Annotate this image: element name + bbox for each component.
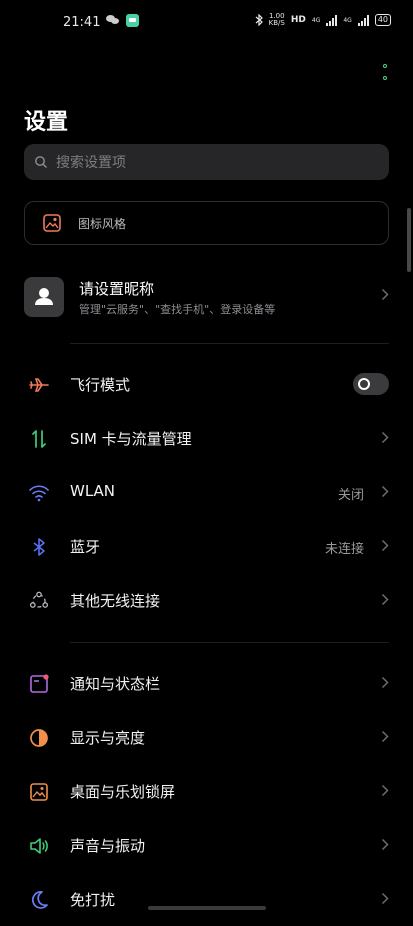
settings-item-label: 其他无线连接 bbox=[70, 592, 161, 610]
chevron-right-icon bbox=[381, 838, 389, 851]
profile-name: 请设置昵称 bbox=[79, 280, 155, 298]
wlan-status: 关闭 bbox=[337, 488, 364, 503]
chevron-right-icon bbox=[381, 539, 389, 552]
chevron-right-icon bbox=[381, 593, 389, 606]
settings-item-bluetooth[interactable]: 蓝牙 未连接 bbox=[24, 519, 389, 573]
hd-badge: HD bbox=[290, 15, 306, 25]
display-brightness-icon bbox=[30, 729, 48, 747]
chevron-right-icon bbox=[381, 676, 389, 689]
settings-item-label: 声音与振动 bbox=[70, 837, 146, 855]
search-input[interactable]: 搜索设置项 bbox=[24, 144, 389, 180]
chevron-right-icon bbox=[381, 485, 389, 498]
desktop-lockscreen-icon bbox=[30, 783, 48, 801]
bluetooth-status: 未连接 bbox=[324, 542, 364, 557]
settings-item-other-wireless[interactable]: 其他无线连接 bbox=[24, 573, 389, 627]
chevron-right-icon bbox=[381, 892, 389, 905]
toggle-knob bbox=[358, 378, 370, 390]
bluetooth-status-icon bbox=[255, 14, 263, 26]
status-right-icons: 1.00 KB/S HD 4G 4G 40 bbox=[255, 13, 391, 27]
airplane-mode-toggle[interactable] bbox=[353, 373, 389, 395]
divider bbox=[70, 343, 389, 344]
do-not-disturb-icon bbox=[31, 891, 48, 909]
user-icon bbox=[35, 288, 53, 305]
settings-item-label: 通知与状态栏 bbox=[70, 675, 161, 693]
divider bbox=[70, 642, 389, 643]
settings-item-sim-data[interactable]: SIM 卡与流量管理 bbox=[24, 411, 389, 465]
signal-2-label: 4G bbox=[343, 16, 352, 24]
chevron-right-icon bbox=[381, 288, 389, 301]
dot bbox=[383, 76, 387, 80]
battery-icon: 40 bbox=[374, 14, 391, 26]
message-app-icon bbox=[126, 14, 139, 27]
icon-style-icon bbox=[43, 214, 61, 232]
chevron-right-icon bbox=[381, 431, 389, 444]
sim-data-icon bbox=[32, 430, 46, 448]
airplane-icon bbox=[29, 378, 49, 392]
settings-item-label: 飞行模式 bbox=[70, 376, 131, 394]
signal-1-icon bbox=[326, 14, 338, 26]
wireless-connections-icon bbox=[29, 591, 49, 608]
chevron-right-icon bbox=[381, 784, 389, 797]
wifi-icon bbox=[29, 485, 49, 502]
notification-icon bbox=[30, 674, 49, 693]
signal-2-icon bbox=[357, 14, 369, 26]
speed-unit: KB/S bbox=[268, 19, 285, 27]
settings-item-label: 免打扰 bbox=[70, 891, 116, 909]
settings-item-display[interactable]: 显示与亮度 bbox=[24, 710, 389, 764]
settings-item-label: 蓝牙 bbox=[70, 538, 101, 556]
settings-item-label: 显示与亮度 bbox=[70, 729, 146, 747]
search-placeholder: 搜索设置项 bbox=[56, 155, 126, 171]
signal-1-label: 4G bbox=[311, 16, 321, 24]
profile-subtitle: 管理"云服务"、"查找手机"、登录设备等 bbox=[79, 303, 276, 316]
account-profile[interactable]: 请设置昵称 管理"云服务"、"查找手机"、登录设备等 bbox=[24, 273, 389, 321]
settings-item-label: 桌面与乐划锁屏 bbox=[70, 783, 176, 801]
settings-item-sound-vibration[interactable]: 声音与振动 bbox=[24, 818, 389, 872]
settings-item-label: SIM 卡与流量管理 bbox=[70, 430, 192, 448]
search-icon bbox=[35, 156, 47, 168]
status-bar: 21:41 1.00 KB/S HD 4G 4G 40 bbox=[0, 0, 413, 46]
settings-item-airplane-mode[interactable]: 飞行模式 bbox=[24, 357, 389, 411]
wechat-icon bbox=[106, 14, 120, 26]
status-time: 21:41 bbox=[63, 15, 101, 30]
chevron-right-icon bbox=[381, 730, 389, 743]
icon-style-card[interactable]: 图标风格 bbox=[24, 201, 389, 245]
scrollbar[interactable] bbox=[407, 208, 411, 272]
settings-item-wlan[interactable]: WLAN 关闭 bbox=[24, 465, 389, 519]
bluetooth-icon bbox=[33, 538, 45, 556]
icon-style-label: 图标风格 bbox=[78, 216, 127, 231]
settings-item-desktop-lockscreen[interactable]: 桌面与乐划锁屏 bbox=[24, 764, 389, 818]
network-speed: 1.00 KB/S bbox=[269, 13, 285, 27]
settings-item-notifications[interactable]: 通知与状态栏 bbox=[24, 656, 389, 710]
notification-icons bbox=[106, 14, 139, 27]
sound-vibration-icon bbox=[30, 838, 48, 854]
settings-item-label: WLAN bbox=[70, 482, 116, 500]
dot bbox=[383, 64, 387, 68]
page-title: 设置 bbox=[24, 110, 69, 135]
settings-item-do-not-disturb[interactable]: 免打扰 bbox=[24, 872, 389, 926]
more-options-icon[interactable] bbox=[383, 64, 389, 80]
avatar bbox=[24, 277, 64, 317]
home-indicator[interactable] bbox=[148, 906, 266, 910]
